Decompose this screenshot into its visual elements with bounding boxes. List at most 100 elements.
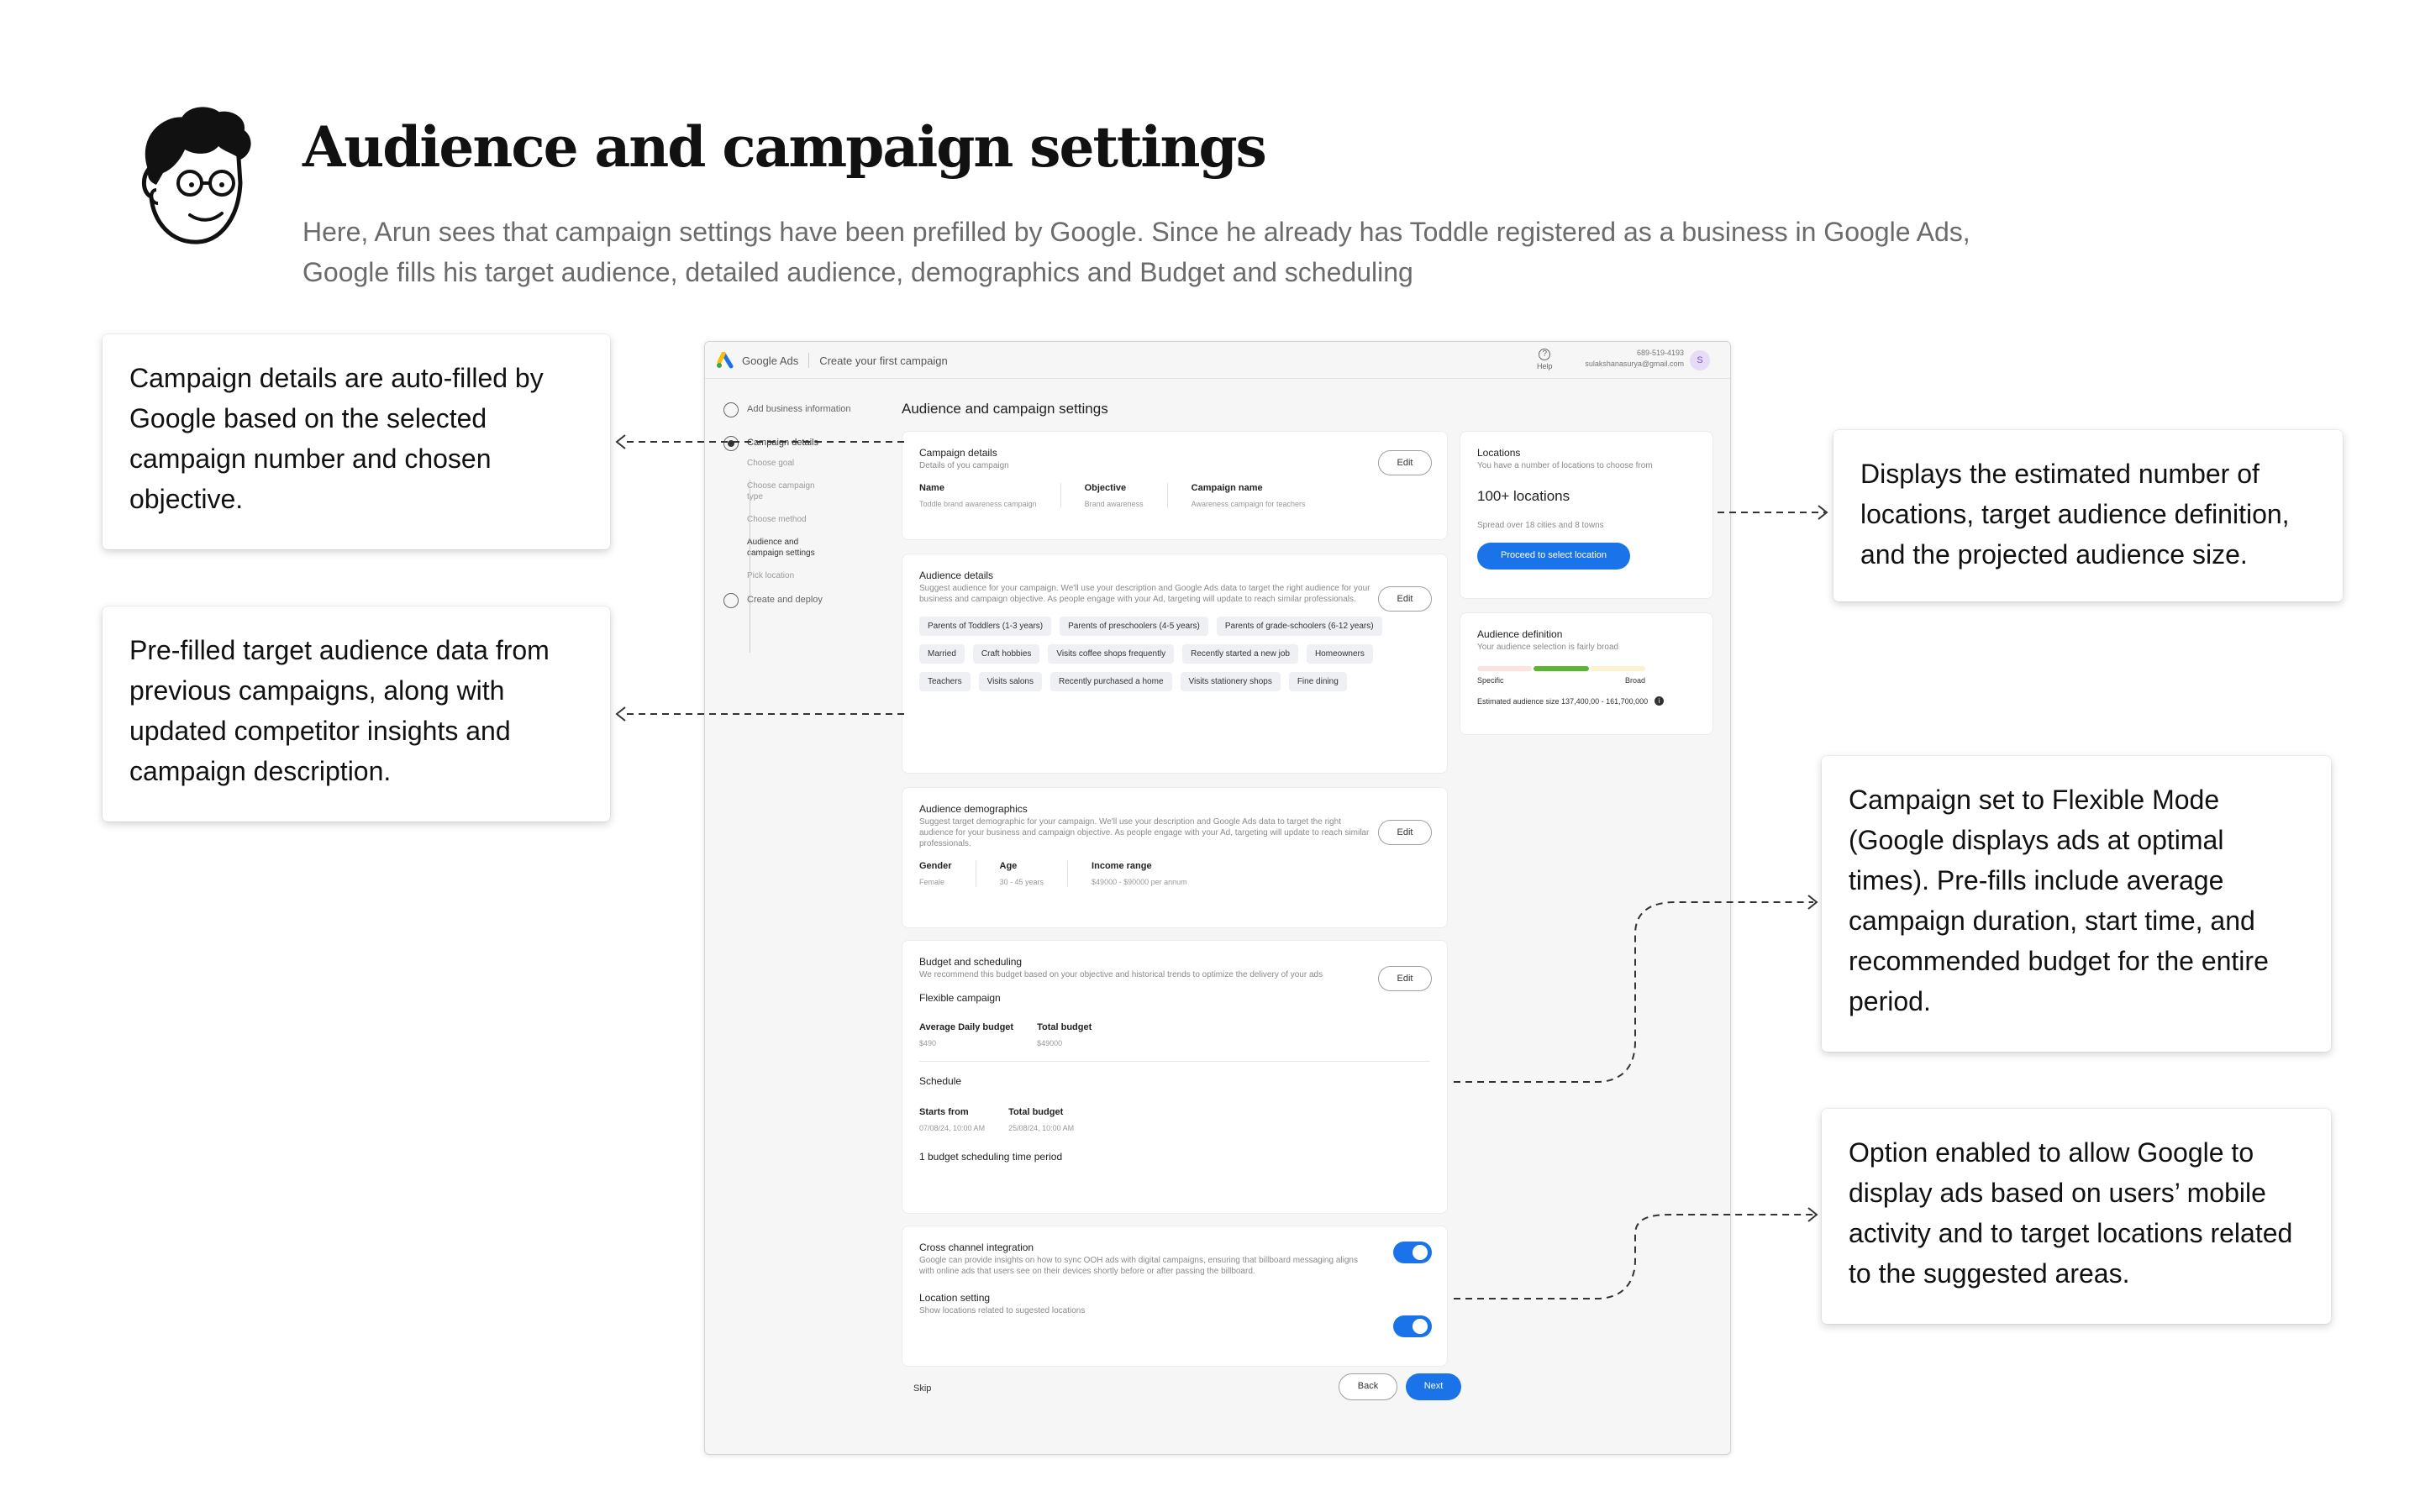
field-label: Total budget [1008, 1107, 1064, 1117]
field-value: $49000 [1037, 1039, 1063, 1047]
avatar-illustration [142, 107, 251, 244]
audience-chip[interactable]: Visits stationery shops [1180, 672, 1281, 691]
avatar[interactable]: S [1690, 350, 1710, 370]
settings-toggles-card: Cross channel integration Google can pro… [902, 1226, 1448, 1367]
back-button[interactable]: Back [1339, 1373, 1397, 1400]
step-label: Create and deploy [747, 595, 823, 605]
page-name: Create your first campaign [819, 354, 948, 367]
google-ads-window: Google Ads Create your first campaign ? … [704, 341, 1731, 1455]
audience-details-card: Audience details Suggest audience for yo… [902, 554, 1448, 774]
edit-button[interactable]: Edit [1378, 966, 1432, 991]
audience-chip[interactable]: Recently started a new job [1182, 644, 1298, 664]
field-income: Income range $49000 - $90000 per annum [1092, 861, 1211, 886]
location-setting-toggle[interactable] [1393, 1315, 1432, 1337]
main-title: Audience and campaign settings [902, 401, 1108, 417]
callout-audience-data: Pre-filled target audience data from pre… [103, 606, 610, 822]
audience-chip[interactable]: Homeowners [1306, 644, 1373, 664]
audience-chip[interactable]: Recently purchased a home [1050, 672, 1172, 691]
callout-flexible-mode: Campaign set to Flexible Mode (Google di… [1822, 756, 2331, 1052]
card-subtitle: Suggest audience for your campaign. We'l… [919, 584, 1370, 604]
field-label: Starts from [919, 1107, 969, 1117]
skip-button[interactable]: Skip [913, 1383, 931, 1394]
info-icon[interactable]: i [1655, 696, 1665, 706]
estimated-audience: Estimated audience size 137,400,00 - 161… [1477, 696, 1696, 706]
substep-audience-settings[interactable]: Audience and campaign settings [723, 537, 833, 559]
account-email: sulakshanasurya@gmail.com [1585, 360, 1684, 368]
field-value: 25/08/24, 10:00 AM [1008, 1124, 1075, 1132]
cross-channel-desc: Google can provide insights on how to sy… [919, 1256, 1358, 1276]
step-label: Campaign details [747, 438, 818, 448]
schedule-title: Schedule [919, 1075, 962, 1087]
proceed-select-location-button[interactable]: Proceed to select location [1477, 543, 1630, 570]
card-subtitle: We recommend this budget based on your o… [919, 970, 1323, 979]
field-label: Campaign name [1191, 483, 1263, 493]
card-subtitle: You have a number of locations to choose… [1477, 461, 1653, 470]
card-subtitle: Details of you campaign [919, 461, 1009, 470]
stepper: Add business information Campaign detail… [723, 402, 900, 653]
estimated-audience-text: Estimated audience size 137,400,00 - 161… [1477, 696, 1649, 706]
locations-spread: Spread over 18 cities and 8 towns [1477, 521, 1604, 530]
campaign-fields: Name Toddle brand awareness campaign Obj… [919, 483, 1430, 508]
audience-chip[interactable]: Parents of grade-schoolers (6-12 years) [1216, 617, 1382, 636]
step-dot-icon [723, 593, 739, 608]
help-button[interactable]: ? Help [1537, 349, 1553, 370]
field-daily-budget: Average Daily budget $490 [919, 1022, 1037, 1047]
edit-button[interactable]: Edit [1378, 820, 1432, 845]
field-label: Gender [919, 861, 952, 871]
audience-chip[interactable]: Visits coffee shops frequently [1048, 644, 1175, 664]
step-create-deploy[interactable]: Create and deploy [723, 593, 900, 627]
brand-name: Google Ads [742, 354, 799, 367]
field-objective: Objective Brand awareness [1085, 483, 1168, 508]
audience-chip[interactable]: Fine dining [1288, 672, 1347, 691]
locations-count: 100+ locations [1477, 488, 1570, 504]
audience-chip[interactable]: Married [919, 644, 965, 664]
account-info: 689-519-4193 sulakshanasurya@gmail.com [1566, 348, 1684, 370]
card-title: Locations [1477, 447, 1521, 459]
audience-chip[interactable]: Teachers [919, 672, 971, 691]
meter-label-specific: Specific [1477, 676, 1504, 685]
card-title: Audience demographics [919, 803, 1028, 815]
audience-chips: Parents of Toddlers (1-3 years) Parents … [919, 617, 1390, 691]
card-subtitle: Your audience selection is fairly broad [1477, 643, 1619, 652]
next-button[interactable]: Next [1406, 1373, 1461, 1400]
audience-chip[interactable]: Parents of preschoolers (4-5 years) [1060, 617, 1208, 636]
account-phone: 689-519-4193 [1636, 349, 1684, 357]
field-label: Age [999, 861, 1018, 871]
audience-chip[interactable]: Visits salons [978, 672, 1042, 691]
step-dot-icon [723, 402, 739, 417]
cross-channel-toggle[interactable] [1393, 1242, 1432, 1263]
callout-locations: Displays the estimated number of locatio… [1833, 430, 2343, 601]
field-value: Brand awareness [1084, 500, 1144, 508]
audience-breadth-meter [1477, 666, 1645, 671]
field-age: Age 30 - 45 years [1000, 861, 1069, 886]
campaign-details-card: Campaign details Details of you campaign… [902, 431, 1448, 540]
arrowhead-right-icon [1807, 895, 1818, 910]
substep-choose-type[interactable]: Choose campaign type [723, 480, 824, 502]
field-value: 30 - 45 years [999, 878, 1044, 886]
meter-segment-active [1534, 666, 1589, 671]
field-value: 07/08/24, 10:00 AM [919, 1124, 986, 1132]
arrowhead-right-icon [1818, 505, 1828, 520]
audience-chip[interactable]: Craft hobbies [972, 644, 1040, 664]
step-add-business[interactable]: Add business information [723, 402, 900, 436]
step-dot-active-icon [723, 436, 739, 451]
brand[interactable]: Google Ads Create your first campaign [717, 352, 948, 369]
location-setting-desc: Show locations related to sugested locat… [919, 1306, 1086, 1315]
field-campaign-name: Campaign name Awareness campaign for tea… [1192, 483, 1329, 508]
cross-channel-title: Cross channel integration [919, 1242, 1034, 1253]
card-title: Audience definition [1477, 628, 1563, 640]
location-setting-title: Location setting [919, 1292, 991, 1304]
callout-mobile-option: Option enabled to allow Google to displa… [1822, 1109, 2331, 1324]
edit-button[interactable]: Edit [1378, 586, 1432, 612]
divider [919, 1061, 1430, 1062]
audience-chip[interactable]: Parents of Toddlers (1-3 years) [919, 617, 1052, 636]
edit-button[interactable]: Edit [1378, 450, 1432, 475]
field-label: Name [919, 483, 944, 493]
step-campaign-details[interactable]: Campaign details [723, 436, 900, 458]
divider [808, 353, 810, 368]
field-end: Total budget 25/08/24, 10:00 AM [1008, 1107, 1097, 1132]
field-label: Total budget [1037, 1022, 1092, 1032]
schedule-periods: 1 budget scheduling time period [919, 1151, 1063, 1163]
substep-choose-goal[interactable]: Choose goal [723, 458, 900, 469]
field-name: Name Toddle brand awareness campaign [919, 483, 1061, 508]
